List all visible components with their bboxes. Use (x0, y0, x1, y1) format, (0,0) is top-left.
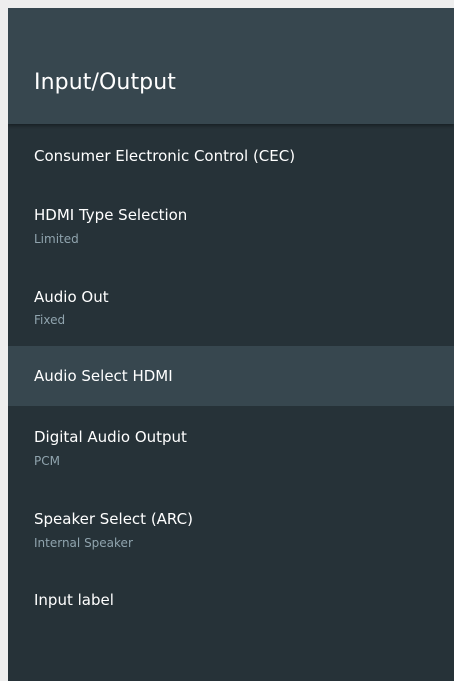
menu-item-title: Audio Out (34, 288, 109, 306)
menu-item-title: Consumer Electronic Control (CEC) (34, 147, 296, 165)
menu-item-subtitle: Limited (34, 232, 79, 246)
page-title: Input/Output (34, 70, 176, 95)
panel-header: Input/Output (8, 8, 454, 124)
menu-item-digital-audio-output[interactable]: Digital Audio Output PCM (8, 406, 454, 488)
menu-item-subtitle: Internal Speaker (34, 536, 133, 550)
menu-item-cec[interactable]: Consumer Electronic Control (CEC) (8, 128, 454, 186)
menu-item-title: Digital Audio Output (34, 428, 187, 446)
menu-item-subtitle: Fixed (34, 313, 66, 327)
menu-item-title: Input label (34, 591, 114, 609)
settings-panel: Input/Output Consumer Electronic Control… (8, 8, 454, 681)
menu-item-speaker-select[interactable]: Speaker Select (ARC) Internal Speaker (8, 488, 454, 568)
menu-item-title: Audio Select HDMI (34, 367, 173, 385)
menu-item-audio-out[interactable]: Audio Out Fixed (8, 266, 454, 346)
menu-item-audio-select-hdmi[interactable]: Audio Select HDMI (8, 346, 454, 406)
menu-item-subtitle: PCM (34, 454, 60, 468)
menu-item-hdmi-type-selection[interactable]: HDMI Type Selection Limited (8, 186, 454, 266)
menu-item-title: Speaker Select (ARC) (34, 510, 193, 528)
menu-item-input-label[interactable]: Input label (8, 568, 454, 630)
menu-item-title: HDMI Type Selection (34, 206, 188, 224)
